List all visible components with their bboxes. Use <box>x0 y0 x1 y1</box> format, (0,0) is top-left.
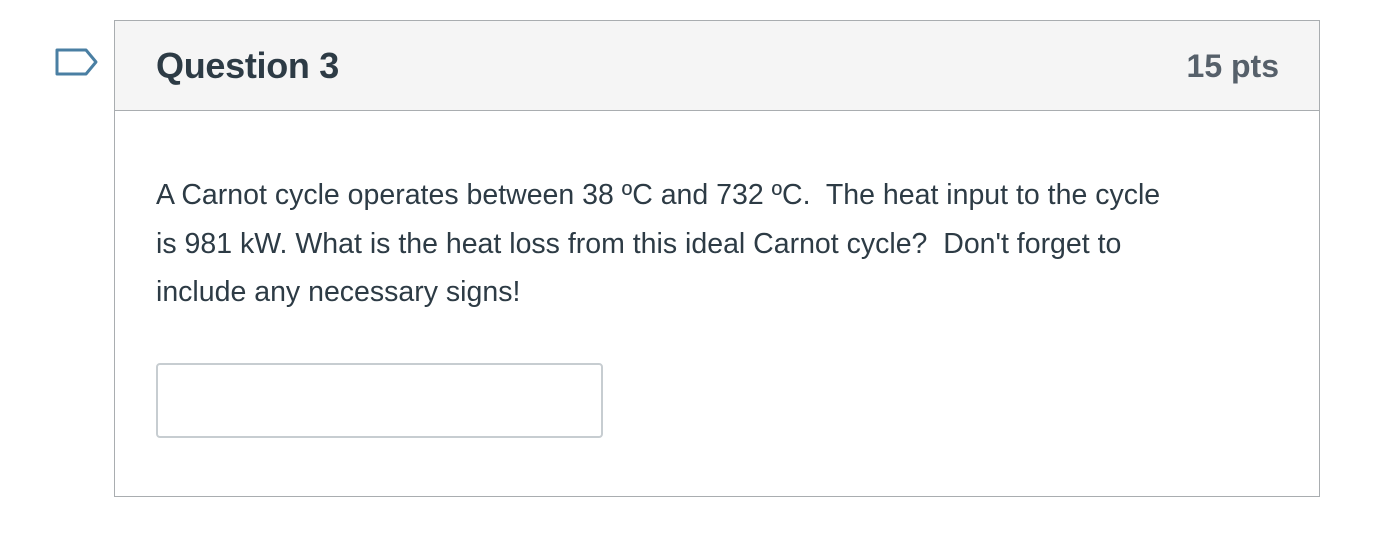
quiz-page: Question 3 15 pts A Carnot cycle operate… <box>0 0 1384 558</box>
question-text-line: is 981 kW. What is the heat loss from th… <box>156 227 1122 260</box>
flag-question-icon <box>55 48 98 76</box>
question-points: 15 pts <box>1186 48 1279 84</box>
question-text: A Carnot cycle operates between 38 ºC an… <box>156 171 1286 317</box>
question-text-line: include any necessary signs! <box>156 276 521 308</box>
question-header: Question 3 15 pts <box>115 21 1319 111</box>
question-title: Question 3 <box>156 45 340 86</box>
question-card: Question 3 15 pts A Carnot cycle operate… <box>114 20 1320 497</box>
question-text-line: A Carnot cycle operates between 38 ºC an… <box>156 179 1161 211</box>
answer-input[interactable] <box>156 363 603 438</box>
flag-question-button[interactable] <box>54 47 100 83</box>
